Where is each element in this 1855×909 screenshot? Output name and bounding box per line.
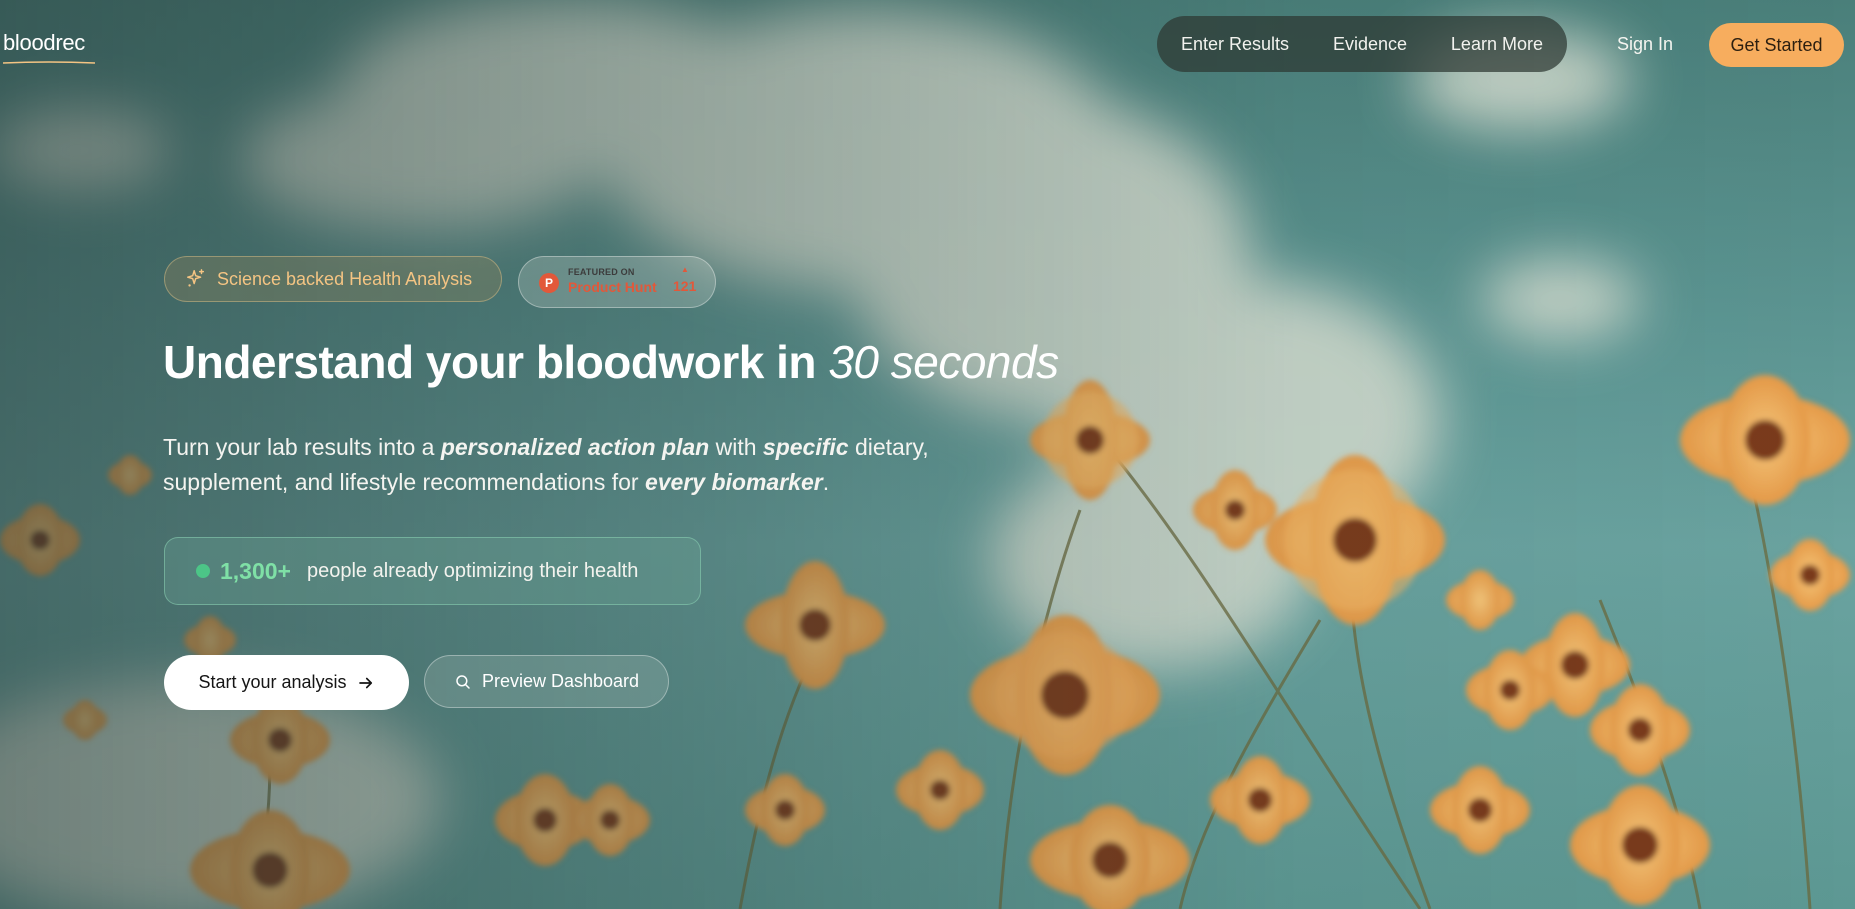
subhead-text-4: . [822, 469, 830, 495]
get-started-button[interactable]: Get Started [1709, 23, 1844, 67]
producthunt-badge[interactable]: P FEATURED ON Product Hunt ▲ 121 [518, 256, 716, 308]
subhead-text-2: with [709, 434, 763, 460]
producthunt-featured-text: FEATURED ON [568, 267, 635, 277]
preview-dashboard-label: Preview Dashboard [481, 671, 640, 691]
sparkle-icon [187, 269, 205, 287]
search-icon [456, 674, 470, 689]
nav-link-enter-results[interactable]: Enter Results [1181, 34, 1289, 55]
social-proof-text: people already optimizing their health [307, 559, 639, 582]
science-badge: Science backed Health Analysis [164, 256, 502, 302]
subhead-emphasis-3: every biomarker [644, 469, 823, 495]
science-badge-label: Science backed Health Analysis [217, 268, 473, 289]
start-analysis-label: Start your analysis [198, 672, 347, 692]
nav-link-evidence[interactable]: Evidence [1333, 34, 1407, 55]
hero-headline: Understand your bloodwork in 30 seconds [163, 335, 1059, 389]
sign-in-link[interactable]: Sign In [1617, 34, 1673, 55]
headline-emphasis: 30 seconds [828, 336, 1059, 388]
producthunt-upvote-count: 121 [673, 278, 697, 294]
subhead-text-1: Turn your lab results into a [163, 434, 441, 460]
main-nav: Enter Results Evidence Learn More [1157, 16, 1567, 72]
arrow-right-icon [358, 677, 372, 688]
producthunt-name: Product Hunt [568, 279, 657, 295]
social-proof-box: 1,300+ people already optimizing their h… [164, 537, 701, 605]
start-analysis-button[interactable]: Start your analysis [164, 655, 409, 710]
hero-subheading: Turn your lab results into a personalize… [163, 430, 983, 500]
producthunt-logo-icon: P [539, 273, 559, 293]
headline-main: Understand your bloodwork in [163, 336, 829, 388]
status-dot-icon [196, 564, 210, 578]
logo[interactable]: bloodrec [3, 30, 85, 56]
subhead-emphasis-2: specific [762, 434, 849, 460]
user-count: 1,300+ [220, 557, 291, 584]
upvote-icon: ▲ [681, 265, 689, 274]
logo-underline [3, 61, 95, 64]
subhead-emphasis-1: personalized action plan [440, 434, 710, 460]
nav-link-learn-more[interactable]: Learn More [1451, 34, 1543, 55]
preview-dashboard-button[interactable]: Preview Dashboard [424, 655, 669, 708]
